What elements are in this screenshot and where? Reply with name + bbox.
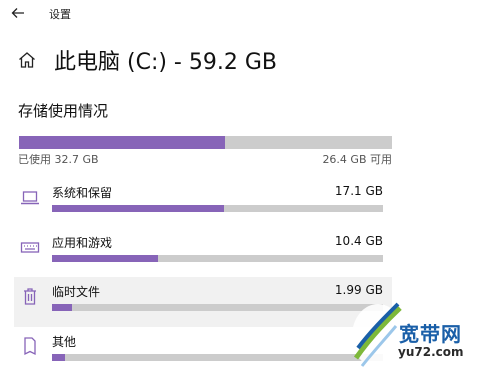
free-space-label: 26.4 GB 可用 — [322, 153, 392, 166]
title-bar: 设置 — [0, 0, 500, 28]
home-icon — [19, 52, 35, 68]
category-size: 1.99 GB — [334, 283, 383, 297]
category-usage-bar — [52, 354, 383, 361]
trash-icon — [24, 288, 36, 305]
category-label: 应用和游戏 — [52, 236, 113, 250]
category-usage-fill — [52, 255, 158, 262]
section-title: 存储使用情况 — [18, 102, 109, 120]
category-usage-bar — [52, 205, 383, 212]
category-label: 临时文件 — [52, 285, 101, 299]
category-usage-fill — [52, 205, 225, 212]
page-title: 此电脑 (C:) - 59.2 GB — [54, 50, 277, 75]
total-usage-bar — [19, 136, 392, 149]
category-size: 10.4 GB — [334, 234, 383, 248]
category-other[interactable]: 其他 — [14, 327, 392, 377]
back-button[interactable] — [8, 3, 30, 23]
window-title: 设置 — [49, 8, 71, 21]
category-usage-fill — [52, 354, 66, 361]
category-usage-bar — [52, 255, 383, 262]
category-label: 系统和保留 — [52, 186, 113, 200]
category-usage-fill — [52, 304, 72, 311]
used-space-label: 已使用 32.7 GB — [18, 153, 99, 166]
category-usage-bar — [52, 304, 383, 311]
document-icon — [24, 337, 36, 356]
watermark-url: yu72.com — [398, 345, 464, 359]
category-size: 17.1 GB — [334, 184, 383, 198]
watermark-name: 宽带网 — [399, 322, 462, 346]
keyboard-icon — [20, 242, 40, 253]
category-label: 其他 — [52, 335, 77, 349]
total-usage-fill — [19, 136, 225, 149]
category-temp-files[interactable]: 临时文件 1.99 GB — [14, 277, 392, 327]
laptop-icon — [21, 191, 39, 205]
back-arrow-icon — [11, 8, 24, 18]
category-system-reserved[interactable]: 系统和保留 17.1 GB — [14, 178, 392, 228]
category-apps-games[interactable]: 应用和游戏 10.4 GB — [14, 228, 392, 278]
